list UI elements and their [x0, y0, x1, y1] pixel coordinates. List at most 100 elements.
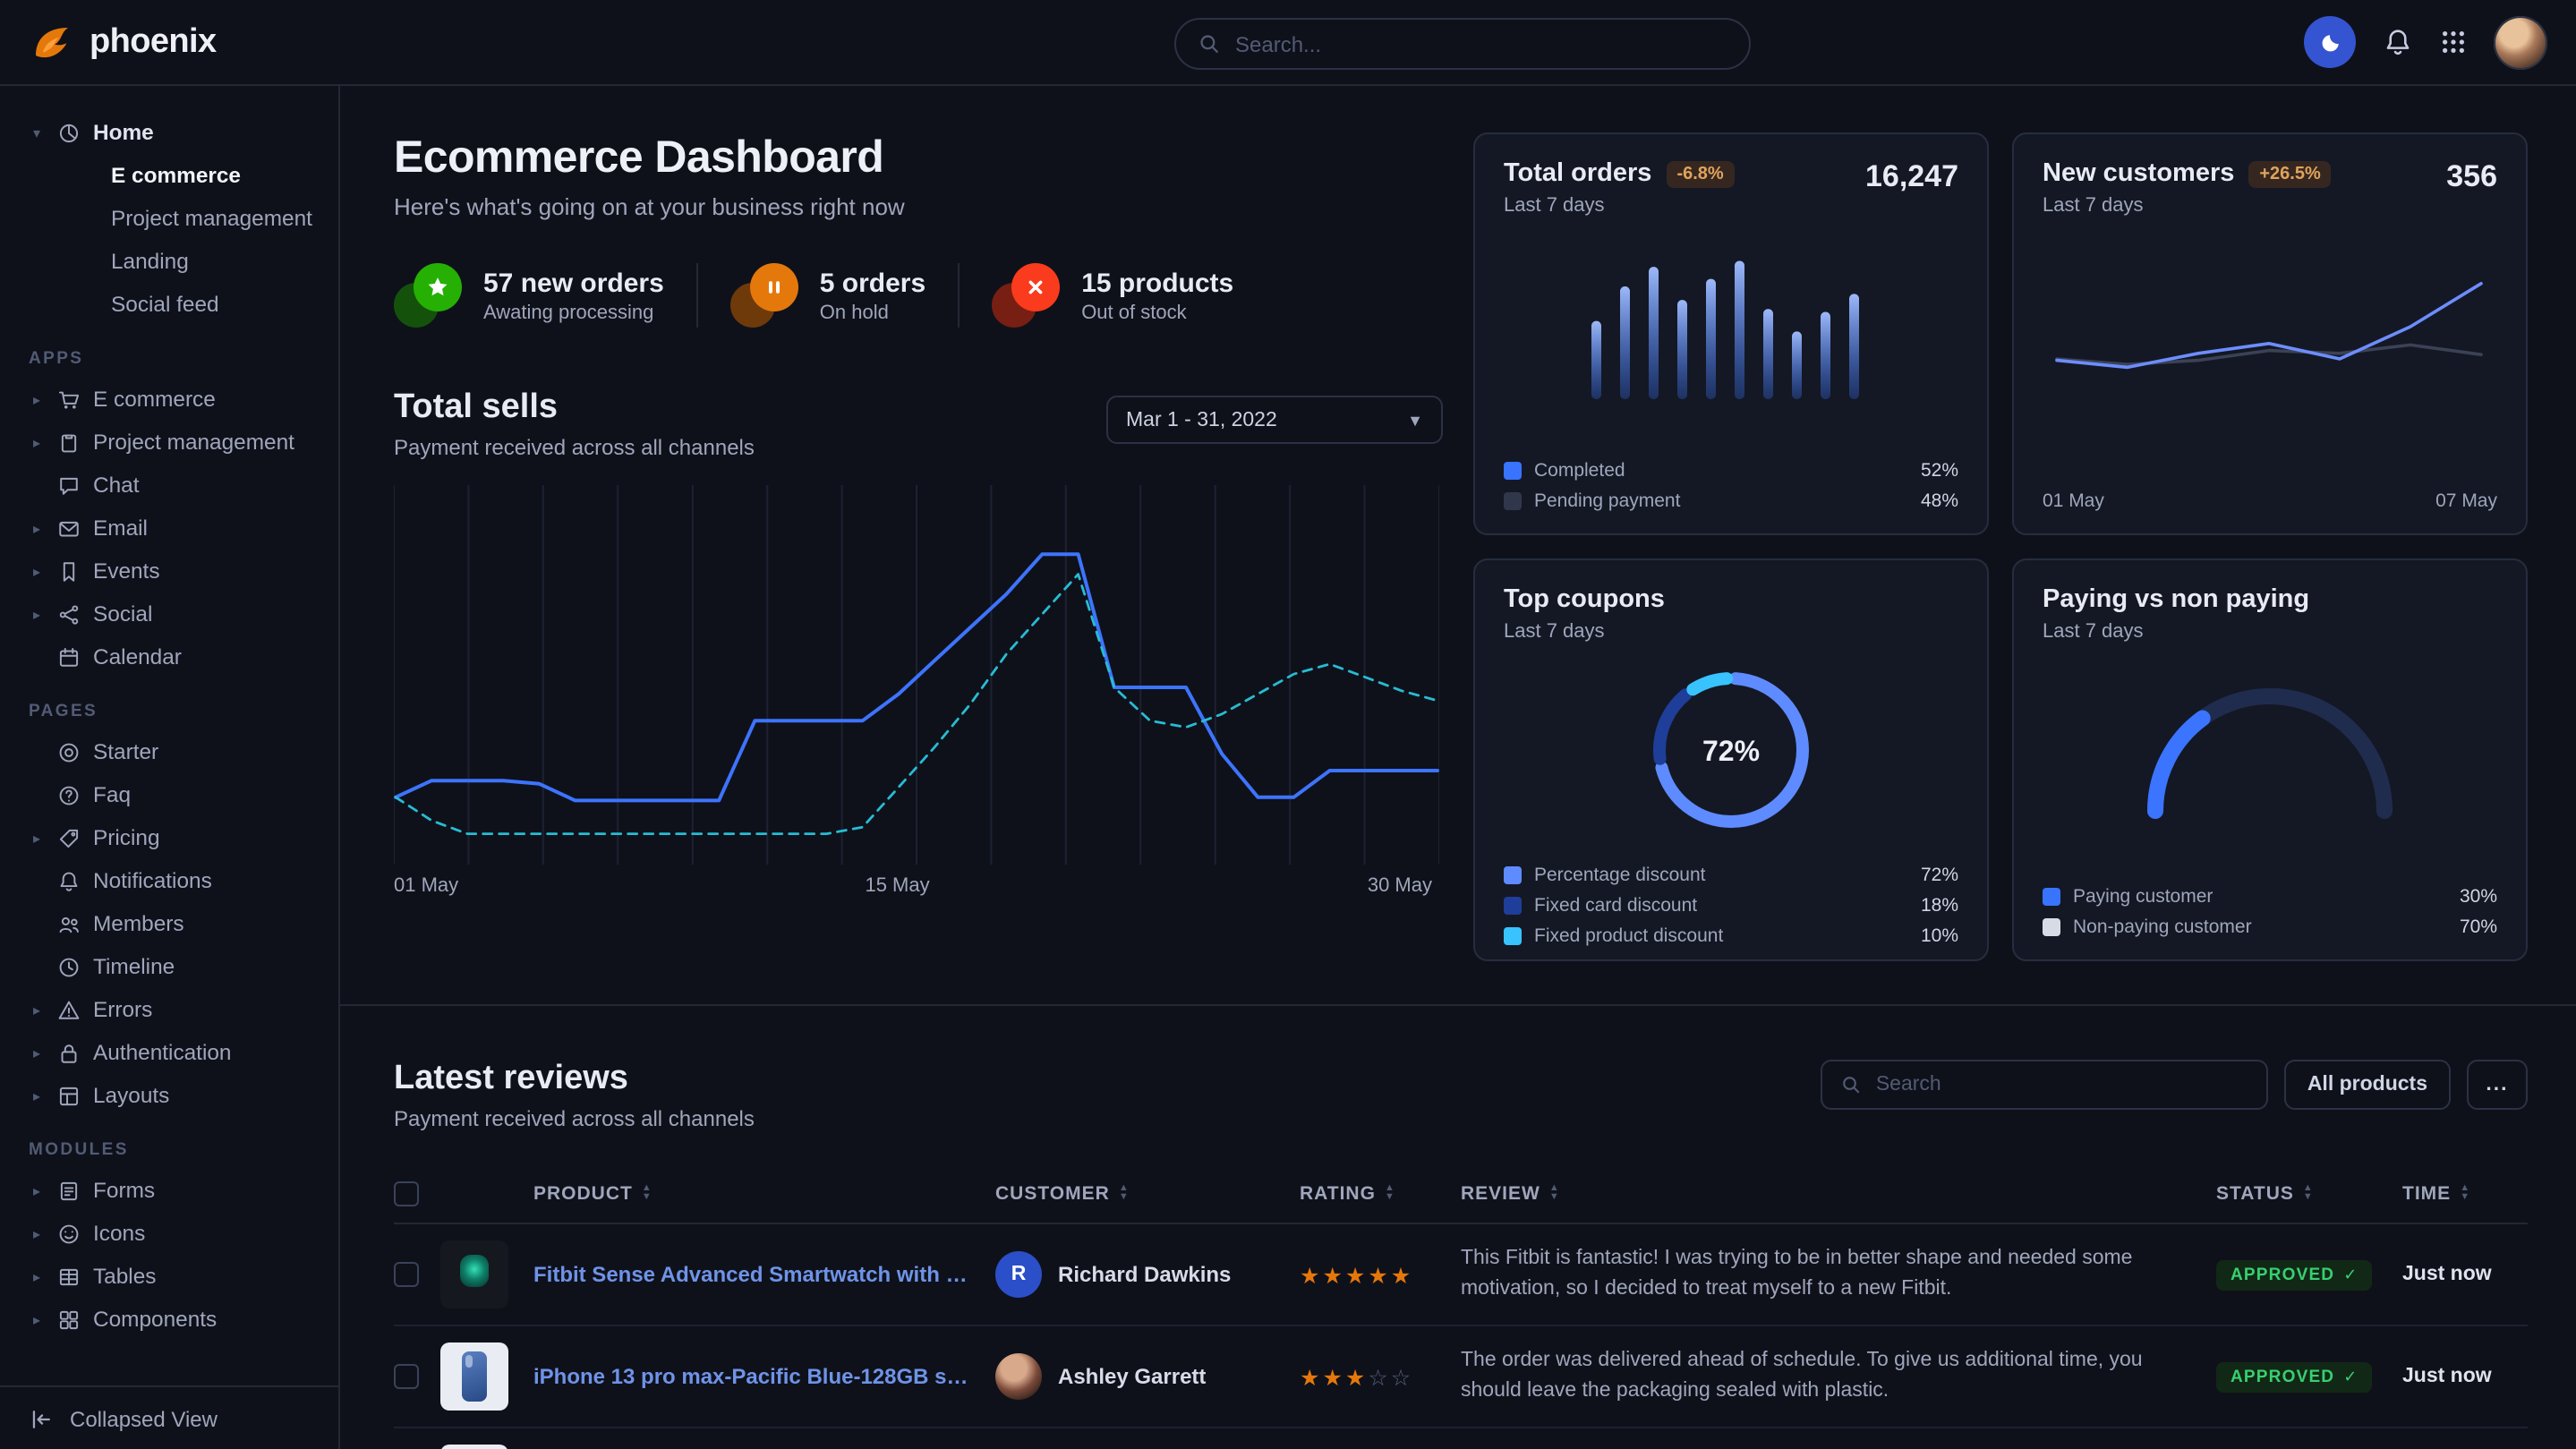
sidebar-item-pricing[interactable]: ▸Pricing	[29, 816, 320, 859]
sidebar-item-email[interactable]: ▸Email	[29, 507, 320, 550]
dashboard-left-column: Ecommerce Dashboard Here's what's going …	[394, 132, 1443, 961]
card-value: 16,247	[1865, 159, 1958, 195]
order-stat: 15 productsOut of stock	[992, 263, 1266, 328]
legend-item: Pending payment48%	[1504, 485, 1958, 516]
star-icon: ★	[1322, 1363, 1344, 1390]
iphone-image	[440, 1342, 508, 1411]
tag-icon	[57, 826, 81, 849]
x-tick: 01 May	[2043, 490, 2104, 512]
sidebar-item-social[interactable]: ▸Social	[29, 592, 320, 635]
review-text: The order was delivered ahead of schedul…	[1461, 1347, 2177, 1407]
product-link[interactable]: Fitbit Sense Advanced Smartwatch with To…	[533, 1262, 995, 1287]
sidebar-item-components[interactable]: ▸Components	[29, 1298, 320, 1341]
user-avatar[interactable]	[2494, 15, 2547, 69]
caret-right-icon: ▸	[29, 520, 45, 536]
column-header-review[interactable]: REVIEW▲▼	[1461, 1182, 2216, 1204]
star-icon: ★	[1300, 1261, 1322, 1288]
sidebar-item-chat[interactable]: Chat	[29, 464, 320, 507]
more-options-button[interactable]: ...	[2467, 1060, 2528, 1110]
sidebar-item-starter[interactable]: Starter	[29, 730, 320, 773]
navbar-actions	[2304, 15, 2547, 69]
legend-label: Pending payment	[1534, 490, 1908, 511]
status-badge: APPROVED✓	[2216, 1361, 2373, 1392]
total-sells-title: Total sells	[394, 388, 755, 428]
brand[interactable]: phoenix	[29, 19, 217, 65]
notifications-button[interactable]	[2383, 27, 2413, 57]
checkbox[interactable]	[394, 1364, 419, 1389]
star-icon: ★	[1345, 1363, 1368, 1390]
sidebar-item-authentication[interactable]: ▸Authentication	[29, 1031, 320, 1074]
collapse-view-button[interactable]: Collapsed View	[0, 1385, 338, 1449]
sidebar-item-icons[interactable]: ▸Icons	[29, 1212, 320, 1255]
sidebar-item-project-management[interactable]: Project management	[29, 197, 320, 240]
column-header-status[interactable]: STATUS▲▼	[2216, 1182, 2402, 1204]
sidebar-item-timeline[interactable]: Timeline	[29, 945, 320, 988]
star-icon: ☆	[1391, 1363, 1413, 1390]
all-products-button[interactable]: All products	[2284, 1060, 2451, 1110]
column-header-customer[interactable]: CUSTOMER▲▼	[995, 1182, 1300, 1204]
product-cell: Fitbit Sense Advanced Smartwatch with To…	[533, 1262, 995, 1287]
sidebar-item-project-management[interactable]: ▸Project management	[29, 421, 320, 464]
trend-badge: +26.5%	[2248, 160, 2331, 187]
paying-gauge-chart	[2127, 668, 2413, 831]
legend-swatch	[2043, 917, 2060, 935]
card-period: Last 7 days	[1504, 621, 1665, 643]
sidebar-item-label: Components	[93, 1307, 217, 1332]
alert-icon	[57, 998, 81, 1021]
sidebar-item-landing[interactable]: Landing	[29, 240, 320, 283]
date-range-select[interactable]: Mar 1 - 31, 2022 ▼	[1106, 396, 1443, 444]
compass-icon	[57, 740, 81, 763]
reviews-search-input[interactable]	[1876, 1074, 2248, 1095]
smartwatch-image	[440, 1240, 508, 1308]
card-period: Last 7 days	[1504, 195, 1735, 217]
card-value: 356	[2446, 159, 2497, 195]
sidebar-item-events[interactable]: ▸Events	[29, 550, 320, 592]
sidebar-item-calendar[interactable]: Calendar	[29, 635, 320, 678]
theme-toggle-button[interactable]	[2304, 16, 2356, 68]
table-row-partial	[394, 1428, 2528, 1449]
customer-cell: RRichard Dawkins	[995, 1251, 1300, 1298]
reviews-search[interactable]	[1821, 1060, 2268, 1110]
sidebar-item-forms[interactable]: ▸Forms	[29, 1169, 320, 1212]
rating-cell: ★★★★★	[1300, 1261, 1461, 1288]
clock-icon	[57, 955, 81, 978]
sidebar-item-label: Project management	[93, 430, 294, 455]
checkbox[interactable]	[394, 1262, 419, 1287]
sidebar-item-layouts[interactable]: ▸Layouts	[29, 1074, 320, 1117]
column-header-rating[interactable]: RATING▲▼	[1300, 1182, 1461, 1204]
sidebar-item-tables[interactable]: ▸Tables	[29, 1255, 320, 1298]
card-title: New customers	[2043, 159, 2234, 188]
x-tick: 30 May	[1368, 875, 1432, 897]
column-header-time[interactable]: TIME▲▼	[2402, 1182, 2528, 1204]
sidebar: ▾HomeE commerceProject managementLanding…	[0, 86, 340, 1449]
calendar-icon	[57, 645, 81, 669]
search-input[interactable]	[1235, 31, 1727, 56]
checkbox[interactable]	[394, 1181, 419, 1206]
sidebar-item-errors[interactable]: ▸Errors	[29, 988, 320, 1031]
legend-label: Fixed card discount	[1534, 894, 1908, 916]
x-tick: 07 May	[2435, 490, 2497, 512]
product-link[interactable]: iPhone 13 pro max-Pacific Blue-128GB sto…	[533, 1364, 995, 1389]
sidebar-item-e-commerce[interactable]: ▸E commerce	[29, 378, 320, 421]
global-search[interactable]	[1174, 18, 1751, 70]
sort-icon: ▲▼	[2460, 1185, 2470, 1201]
sidebar-item-e-commerce[interactable]: E commerce	[29, 154, 320, 197]
apps-menu-button[interactable]	[2440, 29, 2467, 55]
status-label: APPROVED	[2231, 1265, 2334, 1284]
kpi-cards-grid: Total orders -6.8% Last 7 days 16,247 Co…	[1473, 132, 2528, 961]
sidebar-item-social-feed[interactable]: Social feed	[29, 283, 320, 326]
card-title: Paying vs non paying	[2043, 585, 2309, 614]
sort-icon: ▲▼	[1119, 1185, 1130, 1201]
sidebar-item-members[interactable]: Members	[29, 902, 320, 945]
sort-icon: ▲▼	[642, 1185, 653, 1201]
sidebar-item-faq[interactable]: Faq	[29, 773, 320, 816]
sidebar-item-notifications[interactable]: Notifications	[29, 859, 320, 902]
total-sells-x-axis: 01 May 15 May 30 May	[394, 875, 1443, 908]
components-icon	[57, 1308, 81, 1331]
legend-value: 30%	[2460, 885, 2497, 907]
column-header-product[interactable]: PRODUCT▲▼	[533, 1182, 995, 1204]
product-cell: iPhone 13 pro max-Pacific Blue-128GB sto…	[533, 1364, 995, 1389]
sidebar-item-home[interactable]: ▾Home	[29, 111, 320, 154]
customers-x-axis: 01 May 07 May	[2043, 490, 2497, 516]
top-coupons-card: Top coupons Last 7 days 72% Percentage d…	[1473, 558, 1989, 961]
